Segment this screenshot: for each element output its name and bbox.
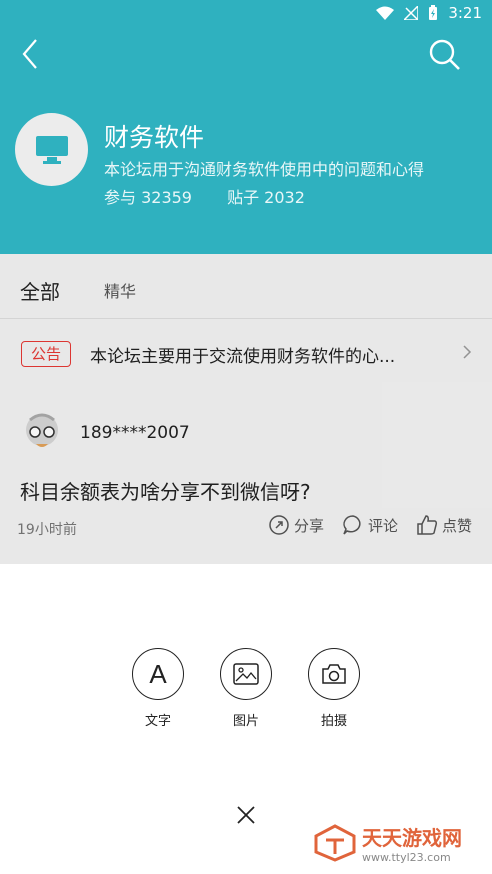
monitor-icon [35, 135, 68, 164]
compose-sheet: A 文字 图片 拍摄 天天游戏网 www.ttyl23.com [0, 564, 492, 874]
participants-count: 参与 32359 [104, 188, 192, 207]
watermark: 天天游戏网 www.ttyl23.com [314, 822, 462, 864]
camera-icon [322, 664, 346, 684]
forum-description: 本论坛用于沟通财务软件使用中的问题和心得 [104, 160, 425, 179]
image-icon [233, 663, 259, 685]
dim-overlay[interactable] [0, 254, 492, 564]
forum-stats: 参与 32359 贴子 2032 [104, 184, 335, 208]
image-option-circle [220, 648, 272, 700]
status-bar: 3:21 [0, 0, 492, 28]
battery-icon [429, 5, 438, 20]
forum-header: 3:21 财务软件 本论坛用于沟通财务软件使用中的问题和心得 参与 32359 … [0, 0, 492, 254]
forum-avatar [15, 113, 88, 186]
compose-camera-option[interactable]: 拍摄 [294, 648, 374, 729]
image-option-label: 图片 [232, 714, 259, 729]
forum-title: 财务软件 [104, 123, 205, 152]
close-icon[interactable] [235, 804, 257, 826]
search-icon[interactable] [428, 38, 462, 72]
text-option-label: 文字 [144, 714, 171, 729]
status-time: 3:21 [448, 4, 482, 22]
watermark-url: www.ttyl23.com [362, 851, 451, 864]
watermark-logo-icon [314, 824, 356, 862]
text-option-circle: A [132, 648, 184, 700]
posts-count: 贴子 2032 [227, 188, 305, 207]
letter-a-icon: A [149, 658, 167, 689]
wifi-icon [376, 6, 395, 20]
camera-option-circle [308, 648, 360, 700]
compose-text-option[interactable]: A 文字 [118, 648, 198, 729]
watermark-name: 天天游戏网 [362, 826, 462, 850]
no-signal-icon [404, 6, 419, 20]
camera-option-label: 拍摄 [320, 714, 347, 729]
back-icon[interactable] [16, 36, 46, 72]
compose-image-option[interactable]: 图片 [206, 648, 286, 729]
